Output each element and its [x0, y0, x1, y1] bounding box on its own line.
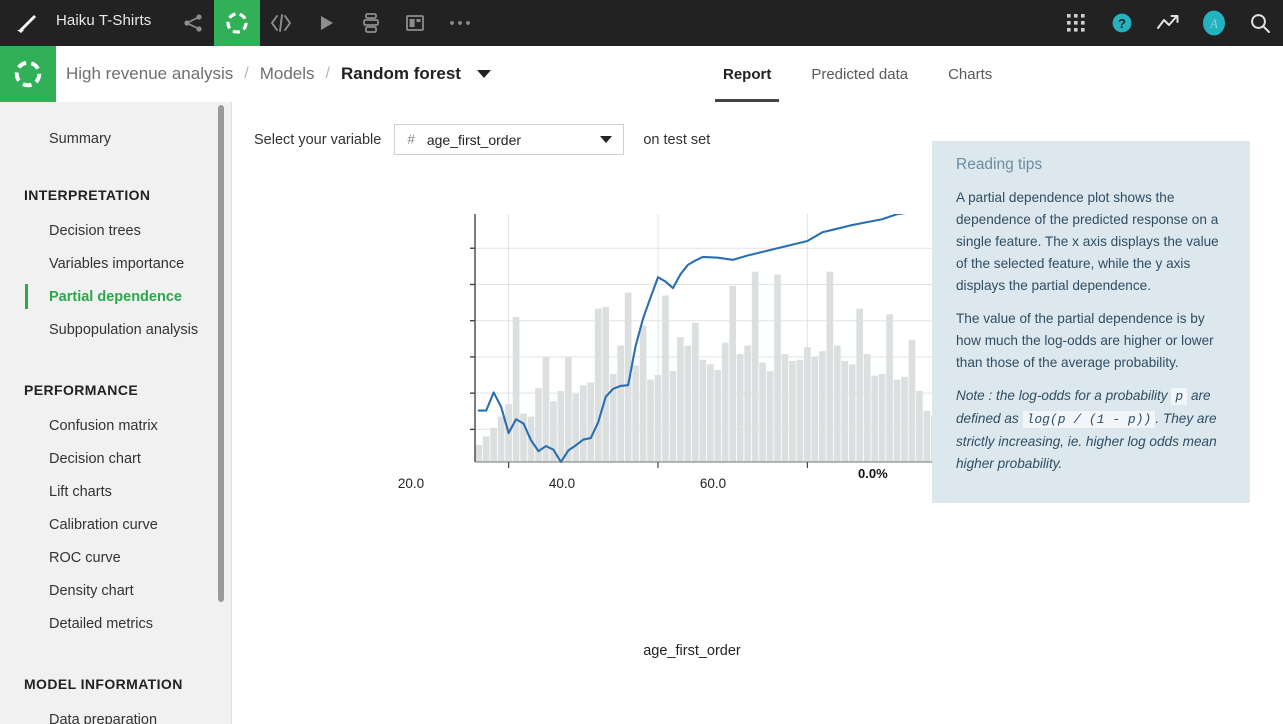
sidebar-item-summary[interactable]: Summary	[0, 122, 231, 155]
breadcrumb: High revenue analysis / Models / Random …	[66, 46, 491, 102]
sidebar-item-decision-chart[interactable]: Decision chart	[0, 442, 231, 475]
sidebar-item-decision-trees[interactable]: Decision trees	[0, 214, 231, 247]
ellipsis-icon[interactable]	[437, 0, 483, 46]
help-icon[interactable]: ?	[1099, 0, 1145, 46]
tab-charts[interactable]: Charts	[928, 46, 1012, 102]
breadcrumb-item-models[interactable]: Models	[260, 64, 315, 84]
sidebar-header-model-information: MODEL INFORMATION	[24, 676, 183, 692]
top-navigation-bar: Haiku T-Shirts ? A	[0, 0, 1283, 46]
breadcrumb-separator: /	[325, 65, 330, 82]
note-code-p: p	[1171, 388, 1188, 405]
reading-tips-paragraph-2: The value of the partial dependence is b…	[956, 311, 1214, 370]
report-tabs: Report Predicted data Charts	[703, 46, 1012, 102]
sidebar-item-confusion-matrix[interactable]: Confusion matrix	[0, 409, 231, 442]
sidebar-header-performance: PERFORMANCE	[24, 382, 139, 398]
dataiku-logo-icon[interactable]	[14, 9, 42, 37]
activity-icon[interactable]	[1145, 0, 1191, 46]
breadcrumb-separator: /	[244, 65, 249, 82]
sidebar-item-subpopulation-analysis[interactable]: Subpopulation analysis	[0, 313, 231, 346]
reading-tips-paragraph-1: A partial dependence plot shows the depe…	[956, 190, 1219, 293]
sidebar-list: Summary INTERPRETATION Decision trees Va…	[0, 102, 231, 724]
reading-tips-title: Reading tips	[956, 156, 1043, 173]
breadcrumb-bar: High revenue analysis / Models / Random …	[0, 46, 1283, 162]
lab-icon[interactable]	[214, 0, 260, 46]
sidebar-header-interpretation: INTERPRETATION	[24, 187, 151, 203]
apps-grid-icon[interactable]	[1053, 0, 1099, 46]
sidebar-item-partial-dependence[interactable]: Partial dependence	[0, 280, 231, 313]
chart-plot-area	[470, 214, 973, 468]
top-bar-right-icons: ? A	[1053, 0, 1283, 46]
sidebar-item-density-chart[interactable]: Density chart	[0, 574, 231, 607]
project-logo-icon[interactable]	[0, 46, 56, 102]
sidebar-item-variables-importance[interactable]: Variables importance	[0, 247, 231, 280]
tab-report[interactable]: Report	[703, 46, 791, 102]
sidebar-item-roc-curve[interactable]: ROC curve	[0, 541, 231, 574]
reading-tips-panel: Reading tips A partial dependence plot s…	[932, 141, 1250, 503]
svg-text:A: A	[1209, 16, 1218, 31]
sidebar-item-detailed-metrics[interactable]: Detailed metrics	[0, 607, 231, 640]
jobs-icon[interactable]	[348, 0, 394, 46]
flow-icon[interactable]	[170, 0, 216, 46]
breadcrumb-item-random-forest[interactable]: Random forest	[341, 64, 461, 84]
sidebar-item-data-preparation[interactable]: Data preparation	[0, 703, 231, 724]
avatar[interactable]: A	[1191, 0, 1237, 46]
tab-predicted-data[interactable]: Predicted data	[791, 46, 928, 102]
note-code-logodds: log(p / (1 - p))	[1022, 411, 1156, 428]
report-sidebar[interactable]: Summary INTERPRETATION Decision trees Va…	[0, 102, 231, 724]
svg-text:?: ?	[1118, 16, 1126, 31]
chart-x-axis-label: age_first_order	[643, 643, 741, 659]
code-icon[interactable]	[258, 0, 304, 46]
sidebar-scrollbar[interactable]	[218, 105, 224, 602]
dataiku-model-report-page: Haiku T-Shirts ? A High revenue analysis…	[0, 0, 1283, 724]
report-content: Select your variable # age_first_order o…	[231, 102, 1283, 724]
play-icon[interactable]	[303, 0, 349, 46]
reading-tips-note: Note : the log-odds for a probability p …	[956, 385, 1228, 475]
chevron-down-icon[interactable]	[476, 70, 491, 78]
sidebar-item-calibration-curve[interactable]: Calibration curve	[0, 508, 231, 541]
dashboard-icon[interactable]	[392, 0, 438, 46]
project-name[interactable]: Haiku T-Shirts	[56, 12, 151, 29]
breadcrumb-item-analysis[interactable]: High revenue analysis	[66, 64, 233, 84]
sidebar-item-lift-charts[interactable]: Lift charts	[0, 475, 231, 508]
search-icon[interactable]	[1237, 0, 1283, 46]
note-prefix: Note : the log-odds for a probability	[956, 388, 1168, 403]
